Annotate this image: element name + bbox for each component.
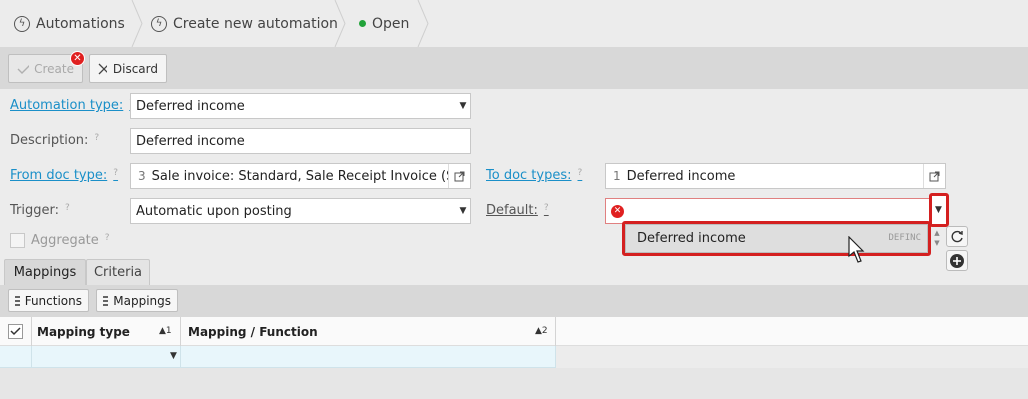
- breadcrumb-separator: [334, 0, 346, 47]
- default-label[interactable]: Default:?: [486, 203, 549, 218]
- error-icon: ✕: [611, 204, 624, 218]
- chevron-down-icon[interactable]: ▼: [456, 199, 470, 223]
- help-icon[interactable]: ?: [113, 168, 118, 178]
- breadcrumb-automations[interactable]: ϟ Automations: [14, 0, 125, 47]
- sort-indicator: ▲1: [159, 326, 172, 336]
- column-header-mapping-function[interactable]: Mapping / Function: [188, 317, 318, 346]
- chevron-down-icon[interactable]: ▼: [170, 351, 177, 361]
- open-external-icon[interactable]: [448, 164, 470, 188]
- open-external-icon[interactable]: [923, 164, 945, 188]
- default-dropdown-list: Deferred income DEFINC: [622, 221, 931, 256]
- lightning-icon: ϟ: [14, 15, 30, 32]
- status-label: Open: [372, 15, 410, 32]
- error-badge-icon: ✕: [70, 51, 85, 66]
- add-button[interactable]: [946, 250, 968, 271]
- check-icon: [17, 64, 30, 74]
- breadcrumb-label: Automations: [36, 15, 125, 32]
- chevron-down-icon: ▼: [935, 205, 942, 215]
- from-doc-type-label[interactable]: From doc type:?: [10, 168, 118, 183]
- automation-type-select[interactable]: Deferred income ▼: [130, 93, 471, 119]
- menu-icon: [15, 295, 20, 306]
- tab-criteria[interactable]: Criteria: [86, 259, 150, 285]
- refresh-button[interactable]: [946, 226, 968, 247]
- to-doc-types-label[interactable]: To doc types:?: [486, 168, 582, 183]
- tab-mappings[interactable]: Mappings: [4, 259, 86, 285]
- breadcrumb-separator: [417, 0, 429, 47]
- dropdown-scroll[interactable]: ▲ ▼: [932, 228, 942, 250]
- description-label: Description:?: [10, 133, 100, 148]
- trigger-label: Trigger:?: [10, 203, 70, 218]
- add-circle-icon: [950, 253, 964, 268]
- breadcrumb-create-new-automation[interactable]: ϟ Create new automation: [151, 0, 338, 47]
- breadcrumb-status[interactable]: Open: [359, 0, 409, 47]
- select-all-checkbox[interactable]: [8, 324, 23, 339]
- grid-toolbar: Functions Mappings: [0, 285, 1028, 317]
- dropdown-option[interactable]: Deferred income DEFINC: [625, 224, 928, 253]
- breadcrumb: ϟ Automations ϟ Create new automation Op…: [0, 0, 1028, 47]
- to-doc-types-field[interactable]: 1 Deferred income: [605, 163, 946, 189]
- grid-body: [0, 368, 1028, 399]
- aggregate-label: Aggregate?: [31, 233, 110, 248]
- column-header-mapping-type[interactable]: Mapping type: [37, 317, 130, 346]
- grid-header: Mapping type ▲1 Mapping / Function ▲2: [0, 317, 1028, 346]
- close-icon: [98, 63, 107, 74]
- refresh-icon: [951, 230, 963, 242]
- aggregate-checkbox[interactable]: [10, 233, 25, 248]
- help-icon[interactable]: ?: [578, 168, 583, 178]
- check-icon: [10, 327, 21, 336]
- help-icon[interactable]: ?: [94, 133, 99, 143]
- help-icon[interactable]: ?: [544, 203, 549, 213]
- default-dropdown-toggle[interactable]: ▼: [929, 193, 949, 227]
- toolbar: Create ✕ Discard: [0, 47, 1028, 89]
- lightning-icon: ϟ: [151, 15, 167, 32]
- mappings-button[interactable]: Mappings: [96, 289, 178, 312]
- automation-type-label[interactable]: Automation type:?: [10, 98, 134, 113]
- discard-button[interactable]: Discard: [89, 54, 167, 83]
- from-doc-type-field[interactable]: 3 Sale invoice: Standard, Sale Receipt I…: [130, 163, 471, 189]
- grid-filter-row[interactable]: ▼: [0, 346, 556, 368]
- chevron-down-icon[interactable]: ▼: [456, 94, 470, 118]
- sort-indicator: ▲2: [535, 326, 548, 336]
- trigger-select[interactable]: Automatic upon posting ▼: [130, 198, 471, 224]
- functions-button[interactable]: Functions: [8, 289, 89, 312]
- help-icon[interactable]: ?: [65, 203, 70, 213]
- description-input[interactable]: Deferred income: [130, 128, 471, 154]
- status-dot-icon: [359, 20, 366, 27]
- menu-icon: [103, 295, 109, 306]
- breadcrumb-label: Create new automation: [173, 15, 338, 32]
- cursor-icon: [848, 236, 865, 263]
- help-icon[interactable]: ?: [105, 233, 110, 243]
- breadcrumb-separator: [131, 0, 143, 47]
